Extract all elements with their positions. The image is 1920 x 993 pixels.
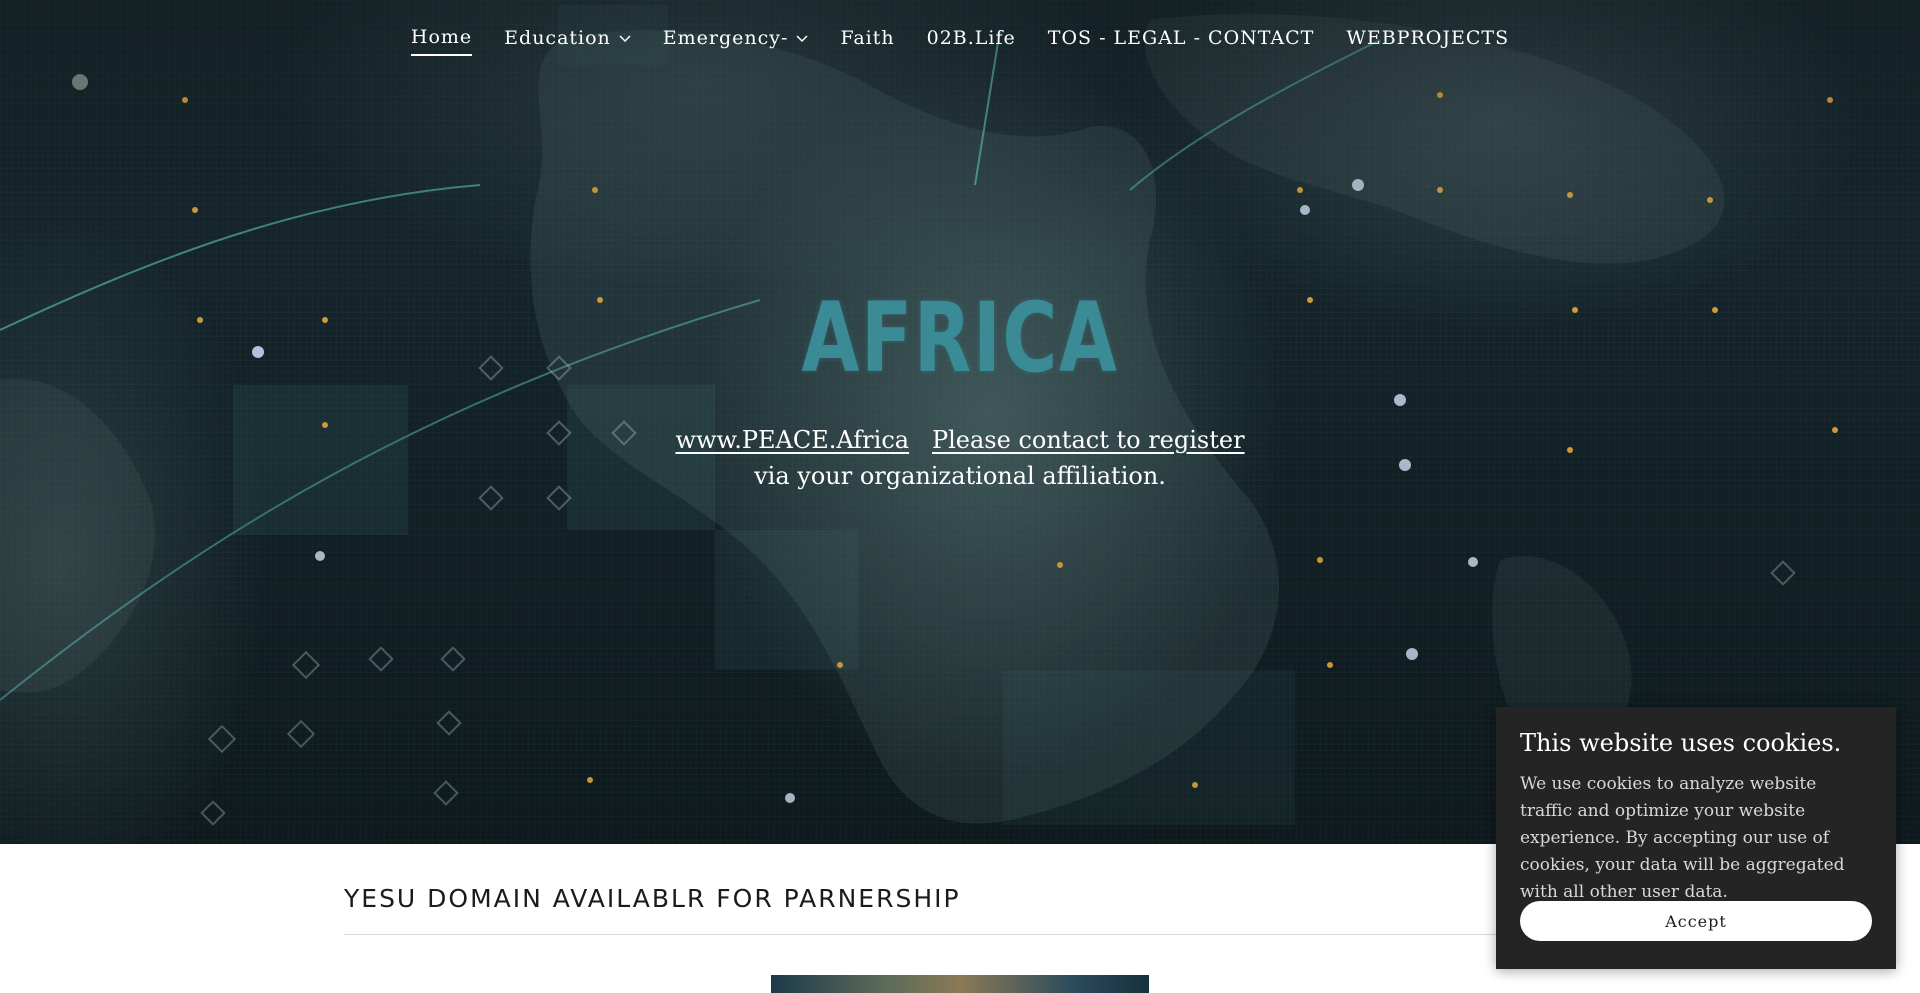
nav-item-education[interactable]: Education bbox=[504, 26, 631, 56]
nav-item-tos-legal-contact[interactable]: TOS - LEGAL - CONTACT bbox=[1048, 26, 1315, 56]
contact-register-link[interactable]: Please contact to register bbox=[932, 426, 1245, 454]
nav-item-webprojects[interactable]: WEBPROJECTS bbox=[1346, 26, 1509, 56]
cookie-message: We use cookies to analyze website traffi… bbox=[1520, 774, 1845, 902]
main-nav: Home Education Emergency- Faith 02B.Life… bbox=[0, 26, 1920, 56]
accept-cookies-button[interactable]: Accept bbox=[1520, 901, 1872, 941]
nav-item-label: WEBPROJECTS bbox=[1346, 27, 1510, 49]
nav-item-02b-life[interactable]: 02B.Life bbox=[927, 26, 1016, 56]
nav-item-label: Faith bbox=[840, 27, 895, 49]
nav-item-emergency[interactable]: Emergency- bbox=[663, 26, 809, 56]
hero-image-title: AFRICA bbox=[801, 282, 1119, 394]
hero-text-suffix: via your organizational affiliation. bbox=[754, 462, 1166, 490]
nav-item-label: Education bbox=[504, 27, 611, 49]
nav-item-label: Emergency- bbox=[662, 27, 789, 49]
nav-item-label: TOS - LEGAL - CONTACT bbox=[1047, 27, 1315, 49]
chevron-down-icon bbox=[619, 35, 631, 43]
peace-africa-link[interactable]: www.PEACE.Africa bbox=[675, 426, 909, 454]
nav-item-home[interactable]: Home bbox=[410, 26, 473, 56]
nav-item-label: 02B.Life bbox=[926, 27, 1016, 49]
nav-item-faith[interactable]: Faith bbox=[840, 26, 894, 56]
cookie-dialog: This website uses cookies. We use cookie… bbox=[1496, 707, 1896, 969]
section-divider bbox=[344, 934, 1576, 935]
chevron-down-icon bbox=[796, 35, 808, 43]
section-image bbox=[771, 975, 1149, 993]
hero-text: www.PEACE.Africa Please contact to regis… bbox=[660, 422, 1260, 494]
nav-item-label: Home bbox=[410, 26, 473, 48]
cookie-title: This website uses cookies. bbox=[1520, 729, 1842, 757]
section-title: YESU DOMAIN AVAILABLR FOR PARNERSHIP bbox=[344, 884, 961, 913]
